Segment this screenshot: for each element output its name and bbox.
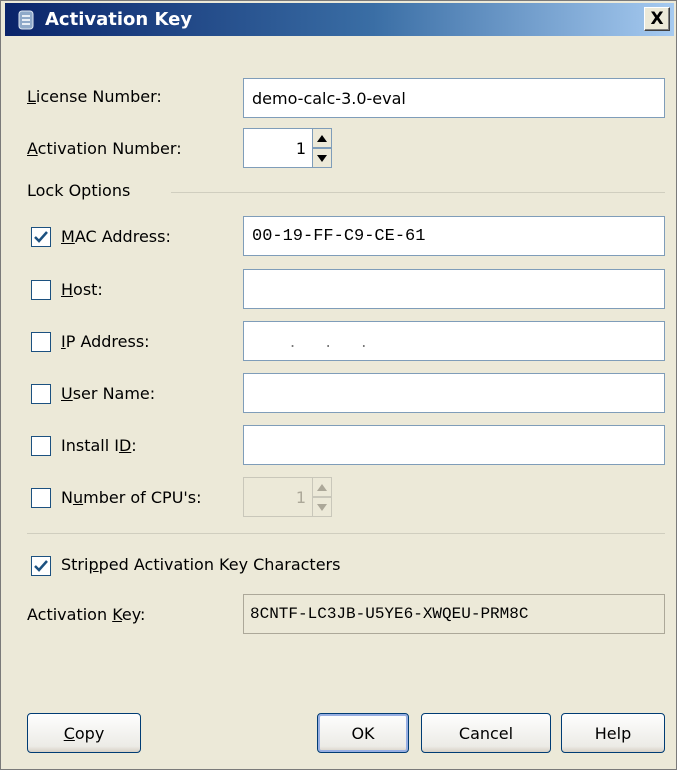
window-title: Activation Key [45,9,193,30]
install-id-field[interactable] [243,425,665,465]
ip-address-checkbox[interactable] [31,332,51,352]
license-number-field[interactable]: demo-calc-3.0-eval [243,78,665,118]
lock-options-section-label: Lock Options [27,181,131,200]
install-id-checkbox[interactable] [31,436,51,456]
license-number-label: License Number: [27,87,162,106]
options-divider [27,533,665,534]
ip-address-label: IP Address: [61,332,150,351]
spinner-down-icon [317,503,327,511]
copy-button[interactable]: Copy [27,713,141,753]
checkmark-icon [34,231,48,243]
install-id-label: Install ID: [61,436,137,455]
ok-button[interactable]: OK [317,713,409,753]
spinner-up-icon [317,483,327,491]
cpus-increment[interactable] [312,477,332,497]
host-label: Host: [61,280,103,299]
close-icon: X [650,8,664,29]
activation-number-increment[interactable] [312,128,332,148]
host-field[interactable] [243,269,665,309]
cpus-decrement[interactable] [312,497,332,517]
lock-options-divider [171,192,665,193]
help-button[interactable]: Help [561,713,665,753]
user-name-field[interactable] [243,373,665,413]
stripped-label: Stripped Activation Key Characters [61,555,341,574]
title-bar[interactable]: Activation Key X [5,3,674,36]
mac-address-checkbox[interactable] [31,227,51,247]
activation-number-input[interactable]: 1 [243,128,313,168]
checkmark-icon [34,560,48,572]
user-name-label: User Name: [61,384,156,403]
mac-address-field[interactable]: 00-19-FF-C9-CE-61 [243,216,665,256]
activation-number-label: Activation Number: [27,139,182,158]
cpus-input[interactable]: 1 [243,477,313,517]
ip-address-field[interactable]: . . . [243,321,665,361]
cpus-label: Number of CPU's: [61,488,202,507]
activation-number-decrement[interactable] [312,148,332,168]
cancel-button[interactable]: Cancel [421,713,551,753]
host-checkbox[interactable] [31,280,51,300]
user-name-checkbox[interactable] [31,384,51,404]
activation-key-label: Activation Key: [27,605,146,624]
activation-key-dialog: Activation Key X License Number: demo-ca… [0,0,677,770]
app-key-icon [15,9,37,31]
activation-key-field[interactable]: 8CNTF-LC3JB-U5YE6-XWQEU-PRM8C [243,594,665,634]
stripped-checkbox[interactable] [31,556,51,576]
mac-address-label: MAC Address: [61,227,171,246]
spinner-down-icon [317,154,327,162]
spinner-up-icon [317,134,327,142]
close-button[interactable]: X [644,7,670,31]
cpus-checkbox[interactable] [31,488,51,508]
